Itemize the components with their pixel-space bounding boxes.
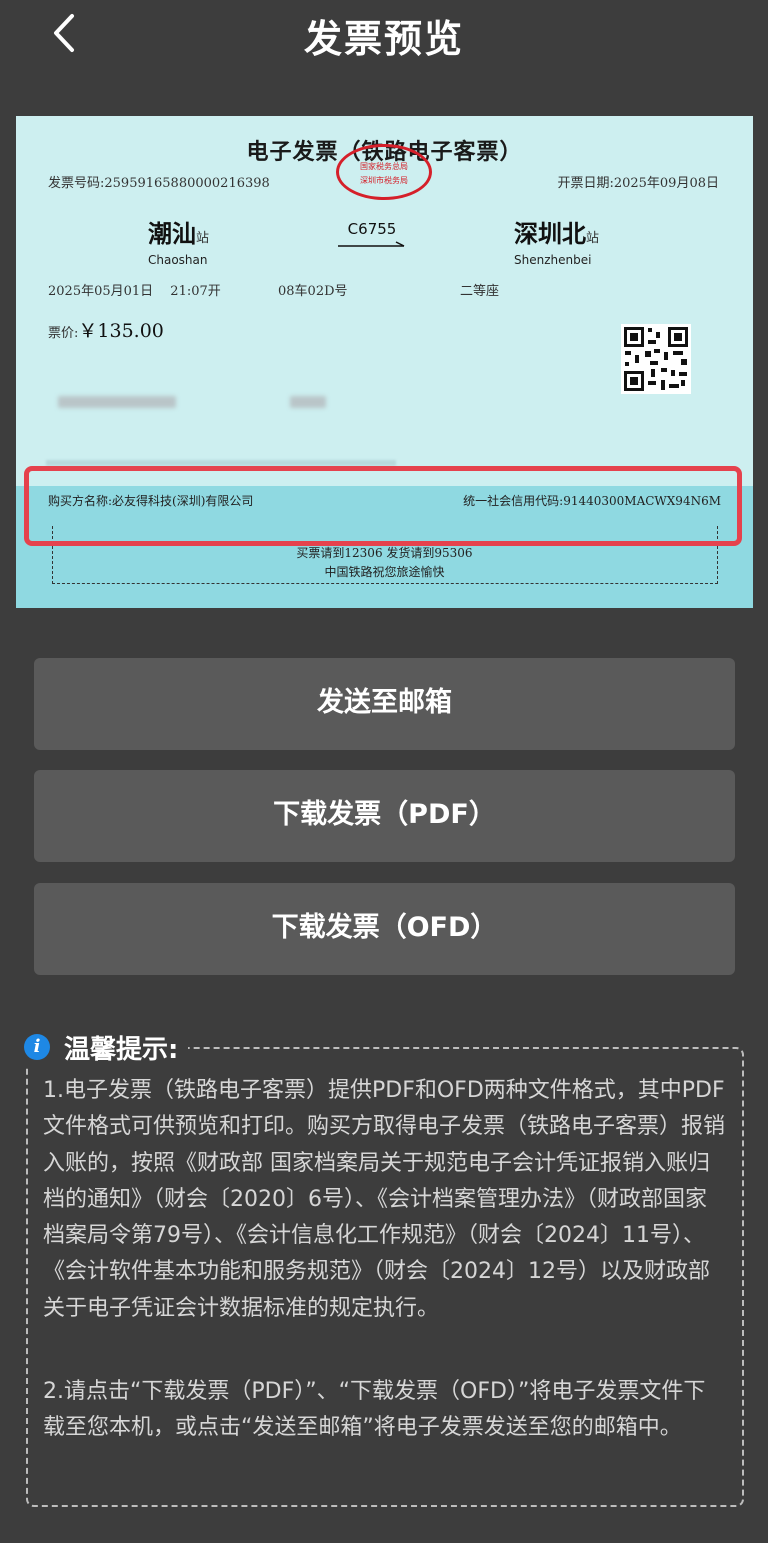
page-title: 发票预览 (303, 17, 464, 61)
ticket-footer-line-2: 中国铁路祝您旅途愉快 (324, 565, 445, 579)
car-seat: 08车02D号 (278, 284, 348, 299)
arrow-right-icon (338, 241, 405, 247)
download-pdf-button[interactable]: 下载发票（PDF） (34, 770, 735, 862)
tips-header: i 温馨提示: (24, 1028, 189, 1066)
departure-time: 2025年05月01日 21:07开 (48, 284, 221, 299)
top-bar: 发票预览 (0, 0, 768, 70)
download-ofd-button[interactable]: 下载发票（OFD） (34, 883, 735, 975)
tip-item-2: 2.请点击“下载发票（PDF）”、“下载发票（OFD）”将电子发票文件下载至您本… (43, 1379, 706, 1441)
train-number: C6755 (336, 220, 408, 248)
departure-station: 潮汕站 Chaoshan (148, 220, 210, 267)
issue-date: 开票日期:2025年09月08日 (557, 176, 719, 191)
redacted-passenger-info (58, 396, 176, 408)
tips-title: 温馨提示: (64, 1034, 179, 1065)
invoice-number: 发票号码:25959165880000216398 (48, 176, 270, 191)
ticket-price: 票价:￥135.00 (48, 320, 164, 342)
ticket-footer-line-1: 买票请到12306 发货请到95306 (296, 546, 473, 560)
qr-code (621, 324, 691, 394)
redacted-id-info (290, 396, 326, 408)
info-icon: i (24, 1034, 50, 1060)
buyer-info-highlight (24, 466, 742, 546)
tax-seal-stamp: 国家税务总局 深圳市税务局 (336, 144, 432, 200)
arrival-station: 深圳北站 Shenzhenbei (514, 220, 600, 267)
send-to-email-button[interactable]: 发送至邮箱 (34, 658, 735, 750)
tip-item-1: 1.电子发票（铁路电子客票）提供PDF和OFD两种文件格式，其中PDF文件格式可… (43, 1078, 726, 1321)
seat-class: 二等座 (460, 284, 500, 299)
